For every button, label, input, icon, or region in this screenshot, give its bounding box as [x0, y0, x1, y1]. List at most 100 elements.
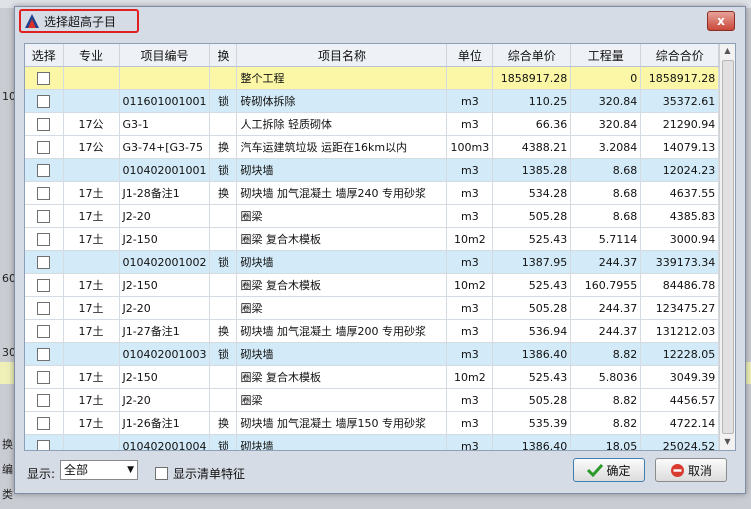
select-cell[interactable] [25, 181, 64, 205]
row-checkbox[interactable] [37, 278, 51, 292]
row-checkbox[interactable] [37, 186, 51, 200]
dialog-title-box: 选择超高子目 [19, 9, 139, 33]
select-cell[interactable] [25, 250, 64, 274]
table-row[interactable]: 17土 J2-20 圈梁 m3 505.28 8.82 4456.57 [25, 388, 720, 412]
row-checkbox[interactable] [37, 94, 51, 108]
quantity-cell: 244.37 [570, 319, 642, 343]
price-cell: 1858917.28 [492, 66, 572, 90]
scroll-thumb[interactable] [722, 60, 734, 434]
select-cell[interactable] [25, 135, 64, 159]
row-checkbox[interactable] [37, 71, 51, 85]
select-cell[interactable] [25, 319, 64, 343]
swap-cell: 锁 [209, 158, 238, 182]
table-row[interactable]: 17土 J2-20 圈梁 m3 505.28 8.68 4385.83 [25, 204, 720, 228]
row-checkbox[interactable] [37, 117, 51, 131]
select-cell[interactable] [25, 227, 64, 251]
select-cell[interactable] [25, 158, 64, 182]
select-cell[interactable] [25, 411, 64, 435]
major-cell: 17土 [63, 181, 120, 205]
swap-cell: 换 [209, 319, 238, 343]
row-checkbox[interactable] [37, 439, 51, 450]
table-row[interactable]: 010402001004 锁砌块墙 m3 1386.40 18.05 25024.52 [25, 434, 720, 450]
column-header[interactable]: 项目编号 [119, 44, 211, 67]
price-cell: 525.43 [492, 273, 572, 297]
dialog-title: 选择超高子目 [44, 14, 117, 29]
select-cell[interactable] [25, 273, 64, 297]
select-cell[interactable] [25, 365, 64, 389]
show-features-checkbox[interactable] [155, 467, 168, 480]
show-filter-select[interactable]: 全部 ▼ [60, 460, 138, 480]
select-cell[interactable] [25, 434, 64, 450]
unit-cell: m3 [446, 434, 494, 450]
row-checkbox[interactable] [37, 209, 51, 223]
code-cell: J2-150 [119, 273, 211, 297]
table-row[interactable]: 17土 J2-150 圈梁 复合木模板 10m2 525.43 160.7955 84486… [25, 273, 720, 297]
select-cell[interactable] [25, 388, 64, 412]
row-checkbox[interactable] [37, 370, 51, 384]
table-row[interactable]: 17公 G3-1 人工拆除 轻质砌体 m3 66.36 320.84 21290.94 [25, 112, 720, 136]
column-header[interactable]: 工程量 [570, 44, 642, 67]
row-checkbox[interactable] [37, 163, 51, 177]
name-cell: 砌块墙 加气混凝土 墙厚200 专用砂浆 [236, 319, 448, 343]
price-cell: 535.39 [492, 411, 572, 435]
unit-cell: 10m2 [446, 273, 494, 297]
table-row[interactable]: 17土 J1-26备注1 换砌块墙 加气混凝土 墙厚150 专用砂浆 m3 535.39… [25, 411, 720, 435]
ok-button[interactable]: 确定 [573, 458, 645, 482]
table-row[interactable]: 011601001001 锁砖砌体拆除 m3 110.25 320.84 35372.61 [25, 89, 720, 113]
select-cell[interactable] [25, 296, 64, 320]
name-cell: 砌块墙 [236, 250, 448, 274]
select-cell[interactable] [25, 204, 64, 228]
quantity-cell: 160.7955 [570, 273, 642, 297]
name-cell: 砌块墙 [236, 342, 448, 366]
table-row[interactable]: 010402001002 锁砌块墙 m3 1387.95 244.37 339173.34 [25, 250, 720, 274]
row-checkbox[interactable] [37, 301, 51, 315]
swap-cell [209, 388, 238, 412]
select-cell[interactable] [25, 342, 64, 366]
select-cell[interactable] [25, 89, 64, 113]
table-row[interactable]: 17土 J2-150 圈梁 复合木模板 10m2 525.43 5.8036 3049.39 [25, 365, 720, 389]
major-cell: 17公 [63, 112, 120, 136]
column-header[interactable]: 选择 [25, 44, 64, 67]
vertical-scrollbar[interactable]: ▲ ▼ [719, 44, 735, 450]
column-header[interactable]: 综合单价 [492, 44, 572, 67]
scroll-down-icon[interactable]: ▼ [722, 436, 733, 448]
unit-cell: m3 [446, 89, 494, 113]
table-row[interactable]: 整个工程 1858917.28 0 1858917.28 [25, 66, 720, 90]
show-features-toggle[interactable]: 显示清单特征 [155, 465, 245, 482]
row-checkbox[interactable] [37, 393, 51, 407]
total-cell: 131212.03 [640, 319, 720, 343]
table-row[interactable]: 17公 G3-74+[G3-75 换汽车运建筑垃圾 运距在16km以内 100m3 43… [25, 135, 720, 159]
close-button[interactable]: x [707, 11, 735, 31]
scroll-up-icon[interactable]: ▲ [722, 45, 733, 57]
code-cell: 010402001003 [119, 342, 211, 366]
name-cell: 人工拆除 轻质砌体 [236, 112, 448, 136]
table-row[interactable]: 010402001001 锁砌块墙 m3 1385.28 8.68 12024.23 [25, 158, 720, 182]
code-cell: J2-20 [119, 204, 211, 228]
quantity-cell: 320.84 [570, 89, 642, 113]
column-header[interactable]: 项目名称 [236, 44, 448, 67]
column-header[interactable]: 换 [209, 44, 238, 67]
table-row[interactable]: 17土 J2-20 圈梁 m3 505.28 244.37 123475.27 [25, 296, 720, 320]
table-row[interactable]: 010402001003 锁砌块墙 m3 1386.40 8.82 12228.05 [25, 342, 720, 366]
row-checkbox[interactable] [37, 347, 51, 361]
select-cell[interactable] [25, 66, 64, 90]
code-cell: J2-150 [119, 227, 211, 251]
table-row[interactable]: 17土 J2-150 圈梁 复合木模板 10m2 525.43 5.7114 3000.94 [25, 227, 720, 251]
table-row[interactable]: 17土 J1-27备注1 换砌块墙 加气混凝土 墙厚200 专用砂浆 m3 536.94… [25, 319, 720, 343]
price-cell: 525.43 [492, 365, 572, 389]
price-cell: 536.94 [492, 319, 572, 343]
quantity-cell: 8.68 [570, 204, 642, 228]
cancel-button[interactable]: 取消 [655, 458, 727, 482]
row-checkbox[interactable] [37, 416, 51, 430]
column-header[interactable]: 综合合价 [640, 44, 720, 67]
table-row[interactable]: 17土 J1-28备注1 换砌块墙 加气混凝土 墙厚240 专用砂浆 m3 534.28… [25, 181, 720, 205]
row-checkbox[interactable] [37, 232, 51, 246]
quantity-cell: 18.05 [570, 434, 642, 450]
row-checkbox[interactable] [37, 140, 51, 154]
column-header[interactable]: 单位 [446, 44, 494, 67]
select-cell[interactable] [25, 112, 64, 136]
row-checkbox[interactable] [37, 324, 51, 338]
price-cell: 1387.95 [492, 250, 572, 274]
row-checkbox[interactable] [37, 255, 51, 269]
column-header[interactable]: 专业 [63, 44, 120, 67]
